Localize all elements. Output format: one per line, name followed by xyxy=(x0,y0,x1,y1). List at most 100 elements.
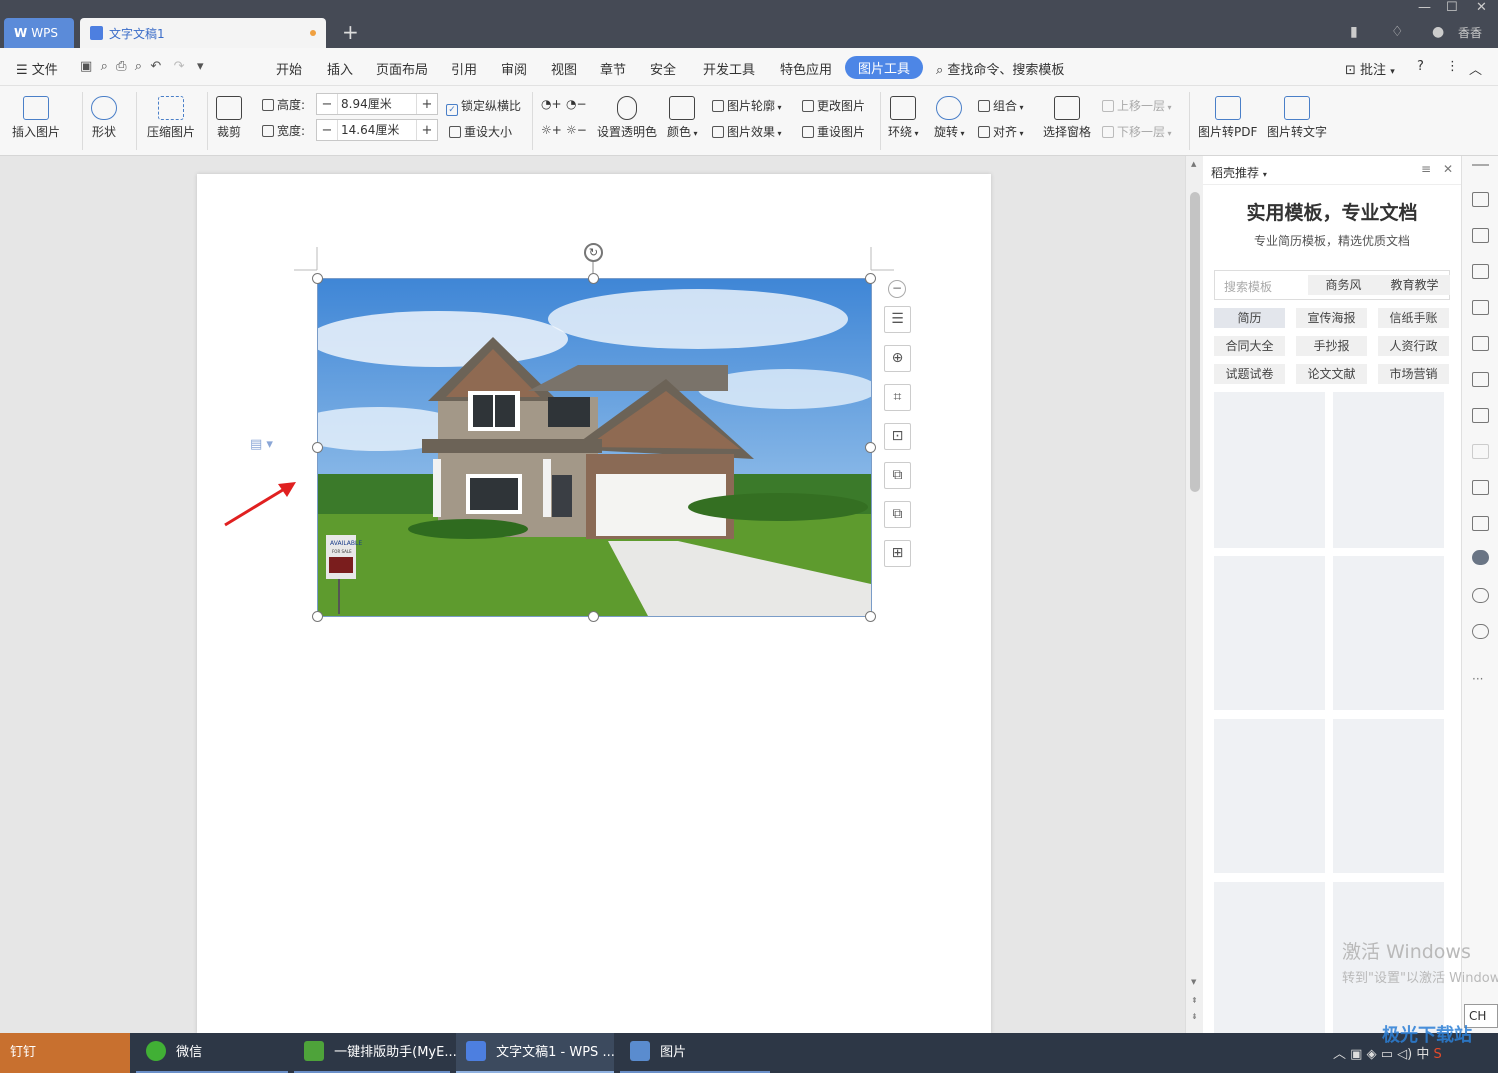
reset-picture-button[interactable]: 重设图片 xyxy=(802,123,865,140)
color-button[interactable]: 颜色 ▾ xyxy=(667,96,698,140)
annotate-button[interactable]: ⊡ 批注 ▾ xyxy=(1345,59,1395,78)
set-transparent-button[interactable]: 设置透明色 xyxy=(597,96,657,140)
shape-button[interactable]: 形状 xyxy=(91,96,117,140)
network-icon[interactable]: ▭ xyxy=(1381,1047,1393,1062)
tray-expand-icon[interactable]: ︿ xyxy=(1333,1047,1346,1062)
menu-tab-security[interactable]: 安全 xyxy=(650,59,676,78)
template-card[interactable] xyxy=(1214,556,1325,710)
align-button[interactable]: 对齐 ▾ xyxy=(978,123,1024,140)
template-search-box[interactable]: 搜索模板 商务风 教育教学 xyxy=(1214,270,1450,300)
menu-tab-features[interactable]: 特色应用 xyxy=(780,59,832,78)
tray-ime-label[interactable]: 中 xyxy=(1416,1047,1429,1062)
resize-handle-bottom-right[interactable] xyxy=(865,611,876,622)
category-exam-papers[interactable]: 试题试卷 xyxy=(1214,364,1285,384)
document-scrollbar[interactable]: ▲ ▼ ⇞ ⇟ xyxy=(1185,156,1203,1033)
more-icon[interactable]: ··· xyxy=(1472,672,1483,686)
width-stepper[interactable]: − 14.64厘米 + xyxy=(316,119,438,141)
brightness-down-icon[interactable]: ☼− xyxy=(566,123,587,137)
save-icon[interactable]: ▣ xyxy=(80,59,92,74)
picture-effects-button[interactable]: 图片效果 ▾ xyxy=(712,123,782,140)
compress-picture-button[interactable]: 压缩图片 xyxy=(147,96,195,140)
undo-icon[interactable]: ↶ xyxy=(150,59,161,74)
collapse-toolbar-icon[interactable]: − xyxy=(888,280,906,298)
resize-handle-right[interactable] xyxy=(865,442,876,453)
prev-page-icon[interactable]: ⇞ xyxy=(1191,996,1198,1005)
wrap-button[interactable]: 环绕 ▾ xyxy=(888,96,919,140)
template-card[interactable] xyxy=(1333,556,1444,710)
picture-to-text-button[interactable]: 图片转文字 xyxy=(1267,96,1327,140)
help-button[interactable]: ? xyxy=(1417,59,1424,74)
user-name[interactable]: 香香 xyxy=(1458,24,1482,41)
taskbar-item-photos[interactable]: 图片 xyxy=(620,1033,770,1073)
image-effects-icon[interactable]: ⊡ xyxy=(884,423,911,450)
taskbar-item-dingtalk[interactable]: 钉钉 xyxy=(0,1033,130,1073)
height-stepper[interactable]: − 8.94厘米 + xyxy=(316,93,438,115)
insert-picture-button[interactable]: 插入图片 xyxy=(12,96,60,140)
window-count-icon[interactable]: ▮ xyxy=(1350,24,1358,40)
shapes-icon[interactable] xyxy=(1472,264,1489,279)
bring-forward-button[interactable]: 上移一层 ▾ xyxy=(1102,97,1172,114)
crop-tool-icon[interactable]: ⌗ xyxy=(884,384,911,411)
sogou-icon[interactable]: S xyxy=(1434,1047,1442,1062)
category-stationery[interactable]: 信纸手账 xyxy=(1378,308,1449,328)
avatar[interactable]: ● xyxy=(1432,24,1444,40)
minimize-button[interactable]: — xyxy=(1418,0,1431,15)
collapse-ribbon-icon[interactable]: ︿ xyxy=(1469,59,1482,78)
width-increment-button[interactable]: + xyxy=(417,123,437,138)
send-backward-button[interactable]: 下移一层 ▾ xyxy=(1102,123,1172,140)
template-card[interactable] xyxy=(1214,719,1325,873)
category-contracts[interactable]: 合同大全 xyxy=(1214,336,1285,356)
translate-icon[interactable] xyxy=(1472,444,1489,459)
rotate-button[interactable]: 旋转 ▾ xyxy=(934,96,965,140)
category-marketing[interactable]: 市场营销 xyxy=(1378,364,1449,384)
template-card[interactable] xyxy=(1214,392,1325,548)
table-icon[interactable] xyxy=(1472,336,1489,351)
change-picture-button[interactable]: 更改图片 xyxy=(802,97,865,114)
taskbar-item-myeditor[interactable]: 一键排版助手(MyE... xyxy=(294,1033,457,1073)
lock-ratio-checkbox[interactable]: ✓ 锁定纵横比 xyxy=(446,97,521,116)
contrast-up-icon[interactable]: ◔+ xyxy=(541,97,562,111)
category-handwritten-news[interactable]: 手抄报 xyxy=(1296,336,1367,356)
scrollbar-thumb[interactable] xyxy=(1190,192,1200,492)
template-card[interactable] xyxy=(1333,392,1444,548)
menu-tab-developer[interactable]: 开发工具 xyxy=(703,59,755,78)
brightness-up-icon[interactable]: ☼+ xyxy=(541,123,562,137)
document-compare-icon[interactable] xyxy=(1472,408,1489,423)
maximize-button[interactable]: ☐ xyxy=(1446,0,1458,15)
scroll-down-icon[interactable]: ▼ xyxy=(1191,978,1196,986)
taskbar-item-wechat[interactable]: 微信 xyxy=(136,1033,288,1073)
search-tag-education[interactable]: 教育教学 xyxy=(1379,275,1450,295)
width-input[interactable]: 14.64厘米 xyxy=(337,120,417,140)
resize-handle-top[interactable] xyxy=(588,273,599,284)
scroll-up-icon[interactable]: ▲ xyxy=(1191,160,1196,168)
history-icon[interactable] xyxy=(1472,588,1489,603)
menu-tab-references[interactable]: 引用 xyxy=(451,59,477,78)
redo-icon[interactable]: ↷ xyxy=(174,59,185,74)
layout-options-icon[interactable]: ☰ xyxy=(884,306,911,333)
template-card[interactable] xyxy=(1214,882,1325,1033)
height-increment-button[interactable]: + xyxy=(417,97,437,112)
resize-handle-top-right[interactable] xyxy=(865,273,876,284)
menu-tab-review[interactable]: 审阅 xyxy=(501,59,527,78)
rotate-handle-icon[interactable]: ↻ xyxy=(584,243,603,262)
style-icon[interactable] xyxy=(1472,300,1489,315)
volume-icon[interactable]: ◁) xyxy=(1397,1047,1412,1062)
paragraph-layout-icon[interactable]: ▤ ▾ xyxy=(250,437,273,452)
group-button[interactable]: 组合 ▾ xyxy=(978,97,1024,114)
contrast-down-icon[interactable]: ◔− xyxy=(566,97,587,111)
menu-tab-start[interactable]: 开始 xyxy=(276,59,302,78)
file-menu[interactable]: ☰ 文件 xyxy=(16,59,58,78)
command-search[interactable]: ⌕ 查找命令、搜索模板 xyxy=(936,59,1064,78)
height-decrement-button[interactable]: − xyxy=(317,97,337,112)
resize-handle-left[interactable] xyxy=(312,442,323,453)
picture-outline-button[interactable]: 图片轮廓 ▾ xyxy=(712,97,782,114)
category-poster[interactable]: 宣传海报 xyxy=(1296,308,1367,328)
selection-pane-button[interactable]: 选择窗格 xyxy=(1043,96,1091,140)
more-options-icon[interactable]: ⋮ xyxy=(1446,59,1459,74)
reset-size-button[interactable]: 重设大小 xyxy=(449,123,512,140)
crop-button[interactable]: 裁剪 xyxy=(216,96,242,140)
customize-dropdown-icon[interactable]: ▾ xyxy=(197,59,204,74)
panel-header[interactable]: 稻壳推荐 ▾ xyxy=(1211,164,1267,181)
taskbar-item-wps[interactable]: 文字文稿1 - WPS ... xyxy=(456,1033,615,1073)
close-icon[interactable]: ✕ xyxy=(1443,162,1453,176)
